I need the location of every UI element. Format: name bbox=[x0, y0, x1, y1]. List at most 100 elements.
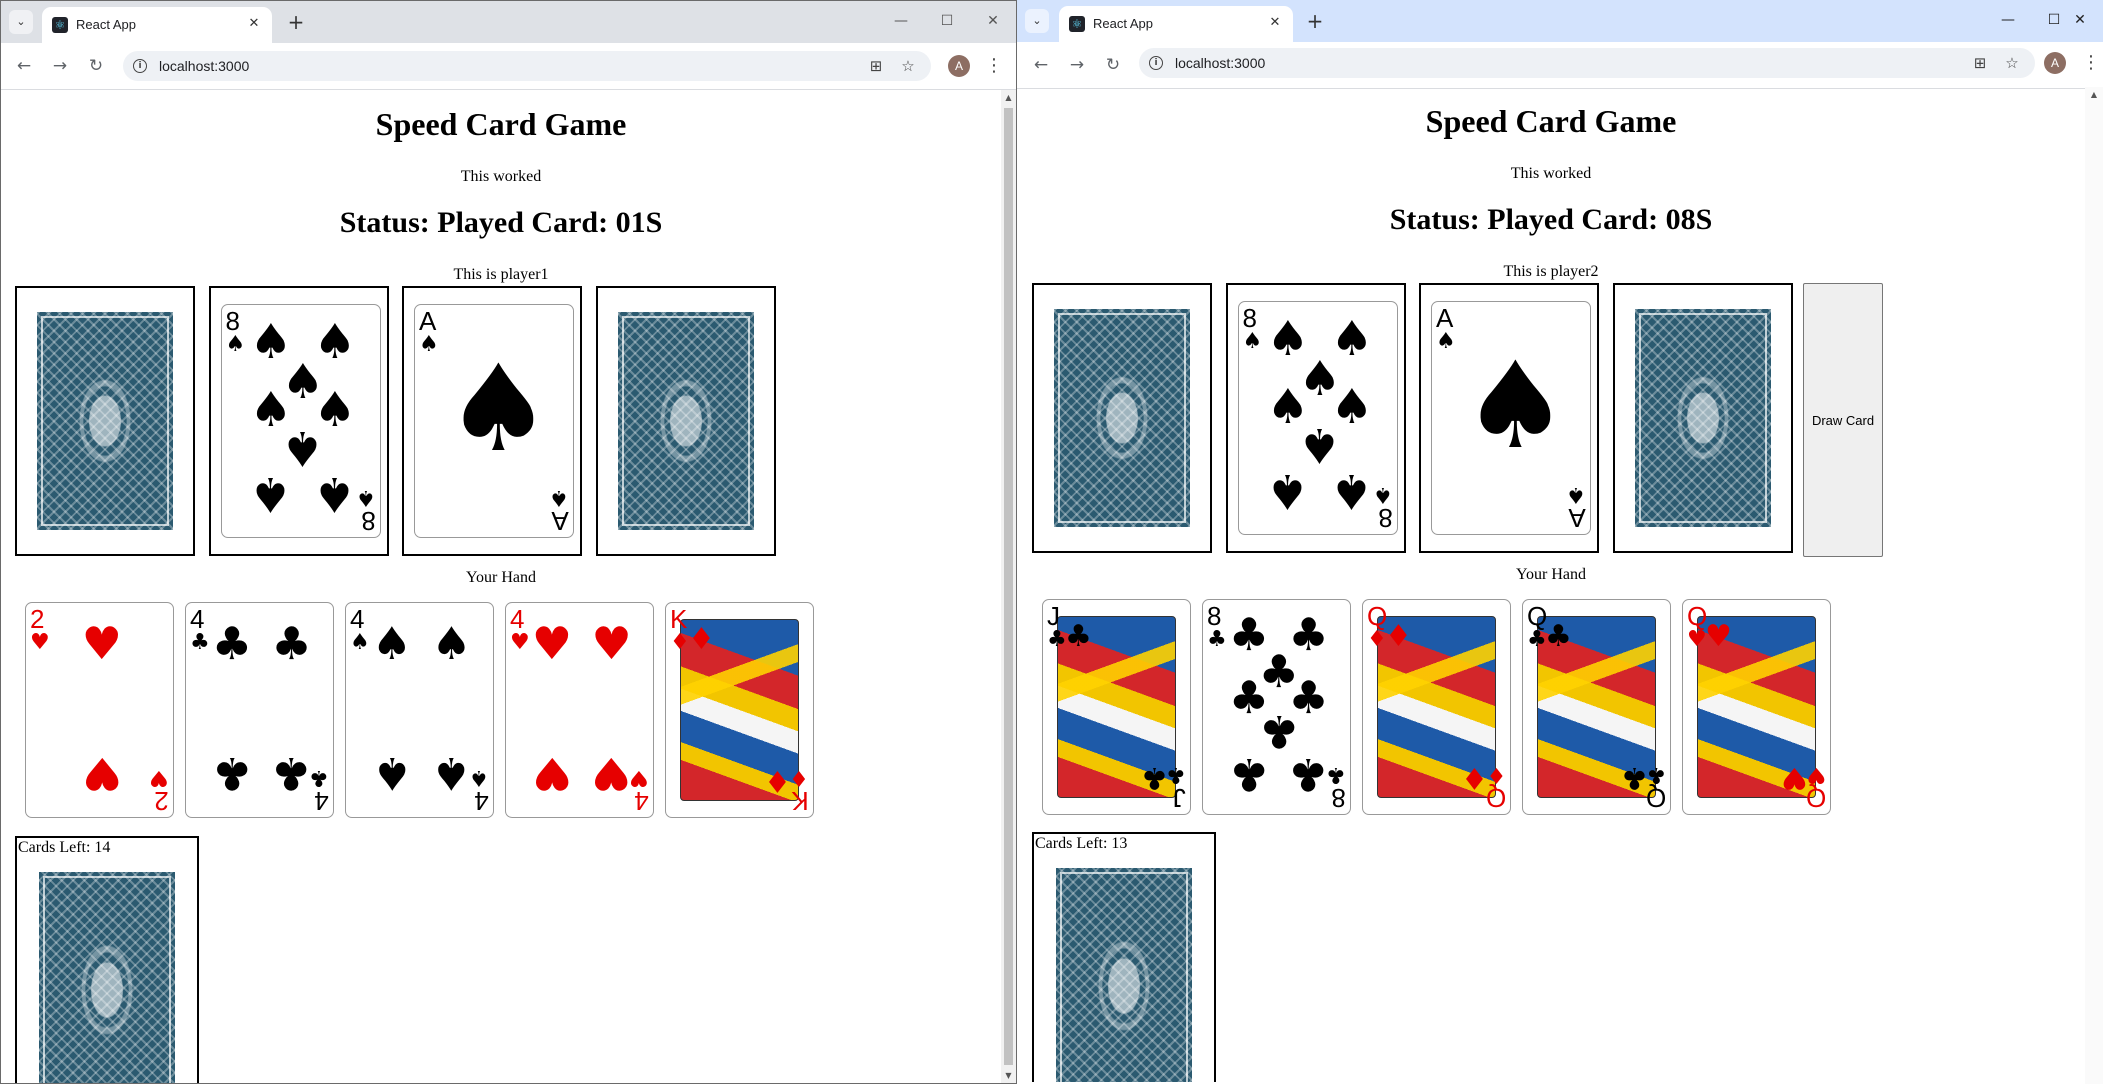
card-suit-icon: ♥ bbox=[510, 630, 530, 655]
cards-left-label: Cards Left: 14 bbox=[18, 839, 111, 856]
card-rank: Q bbox=[1645, 783, 1666, 813]
profile-avatar[interactable]: A bbox=[948, 55, 970, 77]
draw-deck[interactable]: Cards Left: 14 bbox=[15, 836, 199, 1083]
suit-pip-icon: ♥ bbox=[531, 617, 573, 671]
site-info-icon[interactable]: i bbox=[133, 59, 147, 73]
pile-card[interactable]: ♠ A ♠ A ♠ bbox=[414, 304, 574, 538]
reload-icon[interactable]: ↻ bbox=[81, 51, 111, 81]
tab-strip: ⌄ ⚛ React App ✕ + — ☐ ✕ bbox=[1017, 0, 2103, 42]
draw-deck[interactable]: Cards Left: 13 bbox=[1032, 832, 1216, 1082]
hand-card-4[interactable]: ♥ ♥ ♥ ♥ 4 ♥ 4 ♥ bbox=[505, 602, 654, 818]
tab-title: React App bbox=[76, 17, 136, 32]
page-title: Speed Card Game bbox=[1425, 103, 1677, 139]
card-back-frame bbox=[41, 316, 169, 526]
scroll-down-icon[interactable]: ▼ bbox=[1001, 1068, 1016, 1083]
back-arrow-left-icon[interactable]: ← bbox=[1026, 50, 1056, 80]
hand-card-5[interactable]: ♦ ♦ K ♦ K ♦ bbox=[665, 602, 814, 818]
card-index: 4 ♥ bbox=[510, 606, 530, 654]
scroll-thumb[interactable] bbox=[1004, 108, 1013, 1065]
bookmark-star-icon[interactable]: ☆ bbox=[2001, 52, 2023, 74]
card-rank: A bbox=[1568, 503, 1586, 533]
card-suit-icon: ♦ bbox=[670, 630, 690, 655]
card-suit-icon: ♠ bbox=[1242, 329, 1263, 354]
center-pile-1[interactable] bbox=[15, 286, 195, 556]
install-icon[interactable]: ⊞ bbox=[1969, 52, 1991, 74]
address-bar[interactable]: i localhost:3000 ⊞ ☆ bbox=[1139, 48, 2035, 78]
card-rank: 2 bbox=[154, 786, 169, 816]
pile-card[interactable]: ♠ A ♠ A ♠ bbox=[1431, 301, 1591, 535]
tab-strip: ⌄ ⚛ React App ✕ + — ☐ ✕ bbox=[1, 1, 1016, 43]
hand-card-1[interactable]: ♥ ♥ 2 ♥ 2 ♥ bbox=[25, 602, 174, 818]
card-index: 4 ♣ bbox=[309, 765, 329, 816]
card-index: 8 ♠ bbox=[356, 485, 376, 536]
suit-pip-icon: ♣ bbox=[211, 617, 253, 671]
card-suit-icon: ♦ bbox=[1367, 627, 1387, 652]
close-tab-icon[interactable]: ✕ bbox=[1265, 13, 1285, 33]
hand-card-2[interactable]: ♣ ♣ ♣ ♣ ♣ ♣ ♣ ♣ 8 ♣ 8 ♣ bbox=[1202, 599, 1351, 815]
back-arrow-left-icon[interactable]: ← bbox=[9, 51, 39, 81]
card-index: Q ♣ bbox=[1645, 762, 1666, 813]
draw-card-button[interactable]: Draw Card bbox=[1803, 283, 1883, 557]
pile-card[interactable]: ♠ ♠ ♠ ♠ ♠ ♠ ♠ ♠ 8 ♠ 8 ♠ bbox=[220, 304, 381, 538]
suit-pip-icon: ♥ bbox=[81, 747, 122, 801]
card-index: J ♣ bbox=[1166, 762, 1186, 813]
forward-arrow-right-icon[interactable]: → bbox=[1062, 50, 1092, 80]
hand-card-3[interactable]: ♠ ♠ ♠ ♠ 4 ♠ 4 ♠ bbox=[345, 602, 494, 818]
center-pile-3[interactable]: ♠ A ♠ A ♠ bbox=[1419, 283, 1599, 553]
center-pile-1[interactable] bbox=[1032, 283, 1212, 553]
card-rank: K bbox=[791, 786, 809, 816]
scroll-up-icon[interactable]: ▲ bbox=[2085, 87, 2103, 102]
suit-pip-icon: ♥ bbox=[591, 747, 632, 801]
card-rank: 8 bbox=[361, 506, 376, 536]
card-back-frame bbox=[1638, 313, 1767, 523]
reload-icon[interactable]: ↻ bbox=[1098, 50, 1128, 80]
center-pile-4[interactable] bbox=[1612, 283, 1793, 553]
tab-search-chevron-down-icon[interactable]: ⌄ bbox=[9, 10, 33, 34]
center-pile-2[interactable]: ♠ ♠ ♠ ♠ ♠ ♠ ♠ ♠ 8 ♠ 8 ♠ bbox=[1225, 283, 1406, 553]
tab-react-app[interactable]: ⚛ React App ✕ bbox=[42, 7, 272, 43]
card-suit-icon: ♠ bbox=[469, 765, 489, 790]
minimize-icon[interactable]: — bbox=[1985, 0, 2031, 40]
tab-react-app[interactable]: ⚛ React App ✕ bbox=[1059, 6, 1293, 42]
more-vert-icon[interactable]: ⋮ bbox=[2081, 48, 2101, 78]
close-tab-icon[interactable]: ✕ bbox=[244, 14, 264, 34]
forward-arrow-right-icon[interactable]: → bbox=[45, 51, 75, 81]
more-vert-icon[interactable]: ⋮ bbox=[984, 51, 1004, 81]
center-pile-4[interactable] bbox=[595, 286, 776, 556]
hand-card-3[interactable]: ♦ ♦ Q ♦ Q ♦ bbox=[1362, 599, 1511, 815]
card-suit-icon: ♣ bbox=[309, 765, 329, 790]
profile-avatar[interactable]: A bbox=[2044, 52, 2066, 74]
hand-card-1[interactable]: ♣ ♣ J ♣ J ♣ bbox=[1042, 599, 1191, 815]
center-pile-2[interactable]: ♠ ♠ ♠ ♠ ♠ ♠ ♠ ♠ 8 ♠ 8 ♠ bbox=[208, 286, 389, 556]
hand-card-5[interactable]: ♥ ♥ Q ♥ Q ♥ bbox=[1682, 599, 1831, 815]
page-scrollbar[interactable]: ▲ bbox=[2085, 87, 2103, 1084]
close-window-icon[interactable]: ✕ bbox=[2057, 0, 2103, 40]
court-suit-icon: ♣ bbox=[1141, 760, 1168, 795]
card-back-frame bbox=[621, 316, 750, 526]
maximize-icon[interactable]: ☐ bbox=[924, 1, 970, 41]
new-tab-plus-icon[interactable]: + bbox=[1303, 9, 1327, 33]
install-icon[interactable]: ⊞ bbox=[865, 55, 887, 77]
card-index: A ♠ bbox=[419, 308, 439, 356]
browser-window-player1: ⌄ ⚛ React App ✕ + — ☐ ✕ ← → ↻ i localhos… bbox=[0, 0, 1017, 1084]
minimize-icon[interactable]: — bbox=[878, 1, 924, 41]
card-rank: 8 bbox=[1378, 503, 1393, 533]
browser-window-player2: ⌄ ⚛ React App ✕ + — ☐ ✕ ← → ↻ i localhos… bbox=[1017, 0, 2103, 1084]
message-text: This worked bbox=[460, 168, 542, 185]
site-info-icon[interactable]: i bbox=[1149, 56, 1163, 70]
hand-card-4[interactable]: ♣ ♣ Q ♣ Q ♣ bbox=[1522, 599, 1671, 815]
new-tab-plus-icon[interactable]: + bbox=[284, 10, 308, 34]
cards-left-label: Cards Left: 13 bbox=[1035, 835, 1128, 852]
close-window-icon[interactable]: ✕ bbox=[970, 1, 1016, 41]
page-scrollbar[interactable]: ▲ ▼ bbox=[1001, 90, 1016, 1083]
card-rank: 4 bbox=[474, 786, 489, 816]
scroll-up-icon[interactable]: ▲ bbox=[1001, 90, 1016, 105]
hand-label: Your Hand bbox=[1516, 566, 1586, 583]
hand-card-2[interactable]: ♣ ♣ ♣ ♣ 4 ♣ 4 ♣ bbox=[185, 602, 334, 818]
bookmark-star-icon[interactable]: ☆ bbox=[897, 55, 919, 77]
pile-card[interactable]: ♠ ♠ ♠ ♠ ♠ ♠ ♠ ♠ 8 ♠ 8 ♠ bbox=[1237, 301, 1398, 535]
center-pile-3[interactable]: ♠ A ♠ A ♠ bbox=[402, 286, 582, 556]
suit-pip-icon: ♠ bbox=[431, 617, 472, 671]
address-bar[interactable]: i localhost:3000 ⊞ ☆ bbox=[123, 51, 931, 81]
tab-search-chevron-down-icon[interactable]: ⌄ bbox=[1025, 9, 1049, 33]
